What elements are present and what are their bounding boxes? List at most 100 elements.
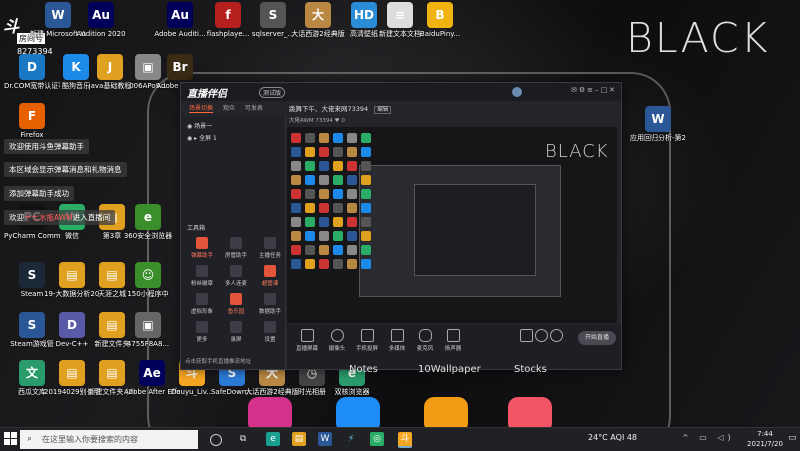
app-brand-tag: 测试版 [259, 87, 286, 98]
windows-start-icon[interactable] [4, 432, 18, 446]
douyu-companion-icon[interactable]: 斗 [398, 432, 412, 448]
preview-mini-icon [333, 217, 343, 227]
tool-icon [196, 321, 208, 333]
toolbox-item[interactable]: 粉丝徽章 [187, 265, 217, 287]
preview-mini-icon [333, 189, 343, 199]
settings-icon[interactable]: ⚙ [579, 86, 587, 94]
source-toolbar: 直播屏幕 摄像头 手机投屏 多媒体 麦克风 扬声器 [287, 325, 621, 369]
clock[interactable]: 7:44 2021/7/20 [740, 429, 790, 449]
gear-button[interactable] [542, 329, 570, 344]
desktop-shortcut[interactable]: W 应用回归分析-第2章课后... [630, 106, 686, 143]
toolbox-item[interactable]: 设置 [255, 321, 285, 343]
app-icon: D [19, 54, 45, 80]
desktop-shortcut[interactable]: Au Audition 2020 [73, 2, 129, 39]
toolbox-item[interactable]: 弹幕助手 [187, 237, 217, 259]
desktop-shortcut[interactable]: B BaiduPiny... [412, 2, 468, 39]
desktop-shortcut[interactable]: e 360安全浏览器 [120, 204, 176, 241]
close-icon[interactable]: ✕ [609, 86, 617, 94]
speaker-button[interactable]: 扬声器 [439, 329, 467, 352]
app-icon: S [260, 2, 286, 28]
edge-icon[interactable]: e [266, 432, 280, 446]
preview-mini-icon [319, 147, 329, 157]
wechat-icon[interactable]: ◎ [370, 432, 384, 446]
mobile-stream-link[interactable]: 点击获取手机直播推流地址 [185, 357, 251, 365]
weather-widget[interactable]: 24°C AQI 48 [588, 433, 637, 442]
tool-icon [264, 237, 276, 249]
preview-mini-icon [305, 217, 315, 227]
app-titlebar[interactable]: 直播伴侣 测试版 ✉⚙≡–□✕ [181, 83, 621, 101]
toolbox-item[interactable]: 更多 [187, 321, 217, 343]
tool-label: 录屏 [230, 337, 242, 343]
tab-audience[interactable]: 观众 [223, 105, 235, 112]
media-button[interactable]: 多媒体 [383, 329, 411, 352]
tool-label: 超管课 [261, 281, 279, 287]
shortcut-label: BaiduPiny... [419, 30, 461, 38]
start-live-button[interactable]: 开始直播 [578, 331, 616, 345]
toolbox-item[interactable]: 鱼乐园 [221, 293, 251, 315]
preview-mini-icon [361, 189, 371, 199]
preview-mini-icon [291, 217, 301, 227]
maximize-icon[interactable]: □ [601, 86, 610, 94]
toolbox-item[interactable]: 虚拟形象 [187, 293, 217, 315]
preview-mini-icon [291, 203, 301, 213]
preview-mini-icon [291, 231, 301, 241]
scene-item[interactable]: ◉ 场景一 [187, 121, 212, 130]
desktop-shortcut[interactable]: F Firefox [4, 103, 60, 140]
taskbar-search-box[interactable]: ⌕ 在这里输入你要搜索的内容 [20, 430, 198, 449]
preview-mini-icon [319, 259, 329, 269]
preview-mini-icon [291, 259, 301, 269]
tool-label: 弹幕助手 [190, 253, 213, 259]
preview-mini-icon [333, 175, 343, 185]
app-icon: D [59, 312, 85, 338]
preview-mini-icon [333, 231, 343, 241]
notification-center-icon[interactable]: ▭ [788, 433, 797, 443]
preview-mini-icon [319, 203, 329, 213]
notification-username: 十七水瓶AWM [24, 213, 73, 222]
desktop-shortcut[interactable]: ☺ 150小程序中 [120, 262, 176, 299]
live-companion-window[interactable]: 直播伴侣 测试版 ✉⚙≡–□✕ 场景切换 观众 可发表 ◉ 场景一 ◉ ▸ 全屏… [180, 82, 622, 370]
preview-nested-window-inner [414, 184, 536, 276]
dock-app-books [424, 397, 468, 427]
taskbar: ⌕ 在这里输入你要搜索的内容 ⧉ e ▤ W ⚡ ◎ 斗 24°C AQI 48… [0, 427, 800, 451]
tool-icon [264, 265, 276, 277]
toolbox-item[interactable]: 超管课 [255, 265, 285, 287]
preview-mini-icon [347, 147, 357, 157]
microphone-button[interactable]: 麦克风 [411, 329, 439, 352]
tray-icons[interactable]: ^ ▭ ◁) [682, 433, 735, 442]
clock-date: 2021/7/20 [747, 440, 783, 448]
left-panel: ◉ 场景一 ◉ ▸ 全屏 1 工具箱 弹幕助手 房管助手 主播任务粉丝徽章 多人连麦 超… [181, 117, 286, 369]
scene-source-item[interactable]: ◉ ▸ 全屏 1 [187, 133, 217, 142]
toolbox-item[interactable]: 数据助手 [255, 293, 285, 315]
phone-cast-button[interactable]: 手机投屏 [353, 329, 381, 352]
avatar[interactable] [512, 87, 522, 97]
toolbox-item[interactable]: 多人连麦 [221, 265, 251, 287]
cortana-icon[interactable] [210, 434, 222, 446]
preview-mini-icon [361, 217, 371, 227]
tool-icon [230, 265, 242, 277]
preview-mini-icon [361, 133, 371, 143]
visual-studio-code-icon[interactable]: ⚡ [344, 432, 358, 446]
toolbox-title: 工具箱 [187, 225, 206, 232]
word-icon[interactable]: W [318, 432, 332, 446]
desktop-shortcut[interactable]: ▣ 4755F8A8... [120, 312, 176, 349]
toolbox-item[interactable]: 主播任务 [255, 237, 285, 259]
tab-scenes[interactable]: 场景切换 [189, 105, 214, 113]
task-view-icon[interactable]: ⧉ [236, 432, 250, 446]
shortcut-label: 双核浏览器 [334, 388, 370, 396]
file-explorer-icon[interactable]: ▤ [292, 432, 306, 446]
mail-icon[interactable]: ✉ [571, 86, 579, 94]
toolbox-item[interactable]: 房管助手 [221, 237, 251, 259]
menu-icon[interactable]: ≡ [587, 86, 595, 94]
tab-publish[interactable]: 可发表 [245, 105, 263, 112]
camera-button[interactable]: 摄像头 [323, 329, 351, 352]
left-tabs: 场景切换 观众 可发表 [181, 103, 291, 117]
notification-enter-post: 进入直播间 [72, 213, 111, 222]
app-icon: S [19, 312, 45, 338]
edit-title-button[interactable]: 编辑 [374, 106, 392, 114]
app-brand: 直播伴侣 [187, 89, 227, 100]
window-controls[interactable]: ✉⚙≡–□✕ [571, 86, 617, 94]
screen-capture-button[interactable]: 直播屏幕 [293, 329, 321, 352]
toolbox-item[interactable]: 录屏 [221, 321, 251, 343]
preview-mini-icon [291, 133, 301, 143]
preview-mini-icon [319, 175, 329, 185]
